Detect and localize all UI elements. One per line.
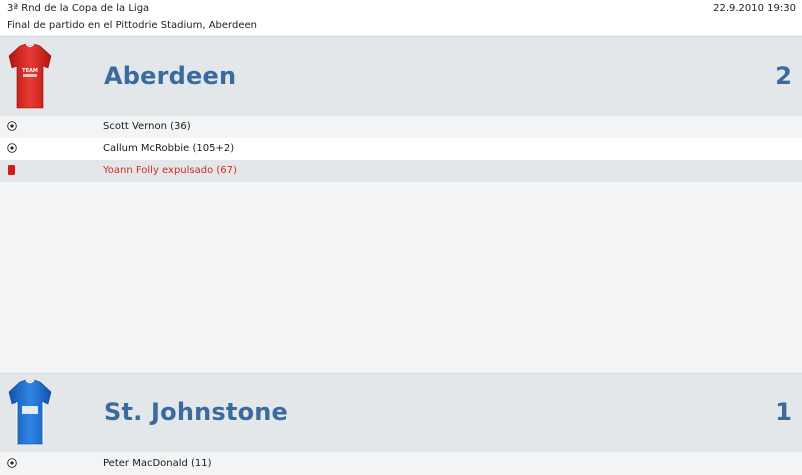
home-shirt-icon: TEAM bbox=[8, 43, 52, 109]
home-event-row: Scott Vernon (36) bbox=[0, 116, 802, 138]
result-line: Final de partido en el Pittodrie Stadium… bbox=[7, 20, 257, 31]
home-event-row: Yoann Folly expulsado (67) bbox=[0, 160, 802, 182]
home-team-name[interactable]: Aberdeen bbox=[104, 62, 236, 90]
match-report: 3ª Rnd de la Copa de la Liga 22.9.2010 1… bbox=[0, 0, 802, 475]
away-event-text[interactable]: Peter MacDonald (11) bbox=[103, 453, 212, 475]
goal-icon bbox=[7, 458, 17, 468]
home-event-text[interactable]: Yoann Folly expulsado (67) bbox=[103, 160, 237, 182]
competition-name: 3ª Rnd de la Copa de la Liga bbox=[7, 3, 150, 14]
red-card-icon bbox=[8, 165, 15, 175]
match-datetime: 22.9.2010 19:30 bbox=[713, 3, 796, 14]
away-team-band: St. Johnstone 1 bbox=[0, 373, 802, 452]
away-score: 1 bbox=[775, 398, 792, 426]
competition-header: 3ª Rnd de la Copa de la Liga 22.9.2010 1… bbox=[0, 0, 802, 18]
home-team-band: TEAM Aberdeen 2 bbox=[0, 36, 802, 117]
home-event-text[interactable]: Callum McRobbie (105+2) bbox=[103, 138, 234, 160]
goal-icon bbox=[7, 143, 17, 153]
shirt-sponsor-logo: TEAM bbox=[22, 68, 38, 74]
home-score: 2 bbox=[775, 62, 792, 90]
home-event-row: Callum McRobbie (105+2) bbox=[0, 138, 802, 160]
away-team-name[interactable]: St. Johnstone bbox=[104, 398, 288, 426]
away-event-row: Peter MacDonald (11) bbox=[0, 453, 802, 475]
result-header: Final de partido en el Pittodrie Stadium… bbox=[0, 17, 802, 35]
goal-icon bbox=[7, 121, 17, 131]
away-shirt-icon bbox=[8, 379, 52, 445]
shirt-sponsor-logo bbox=[22, 406, 38, 414]
home-event-text[interactable]: Scott Vernon (36) bbox=[103, 116, 191, 138]
